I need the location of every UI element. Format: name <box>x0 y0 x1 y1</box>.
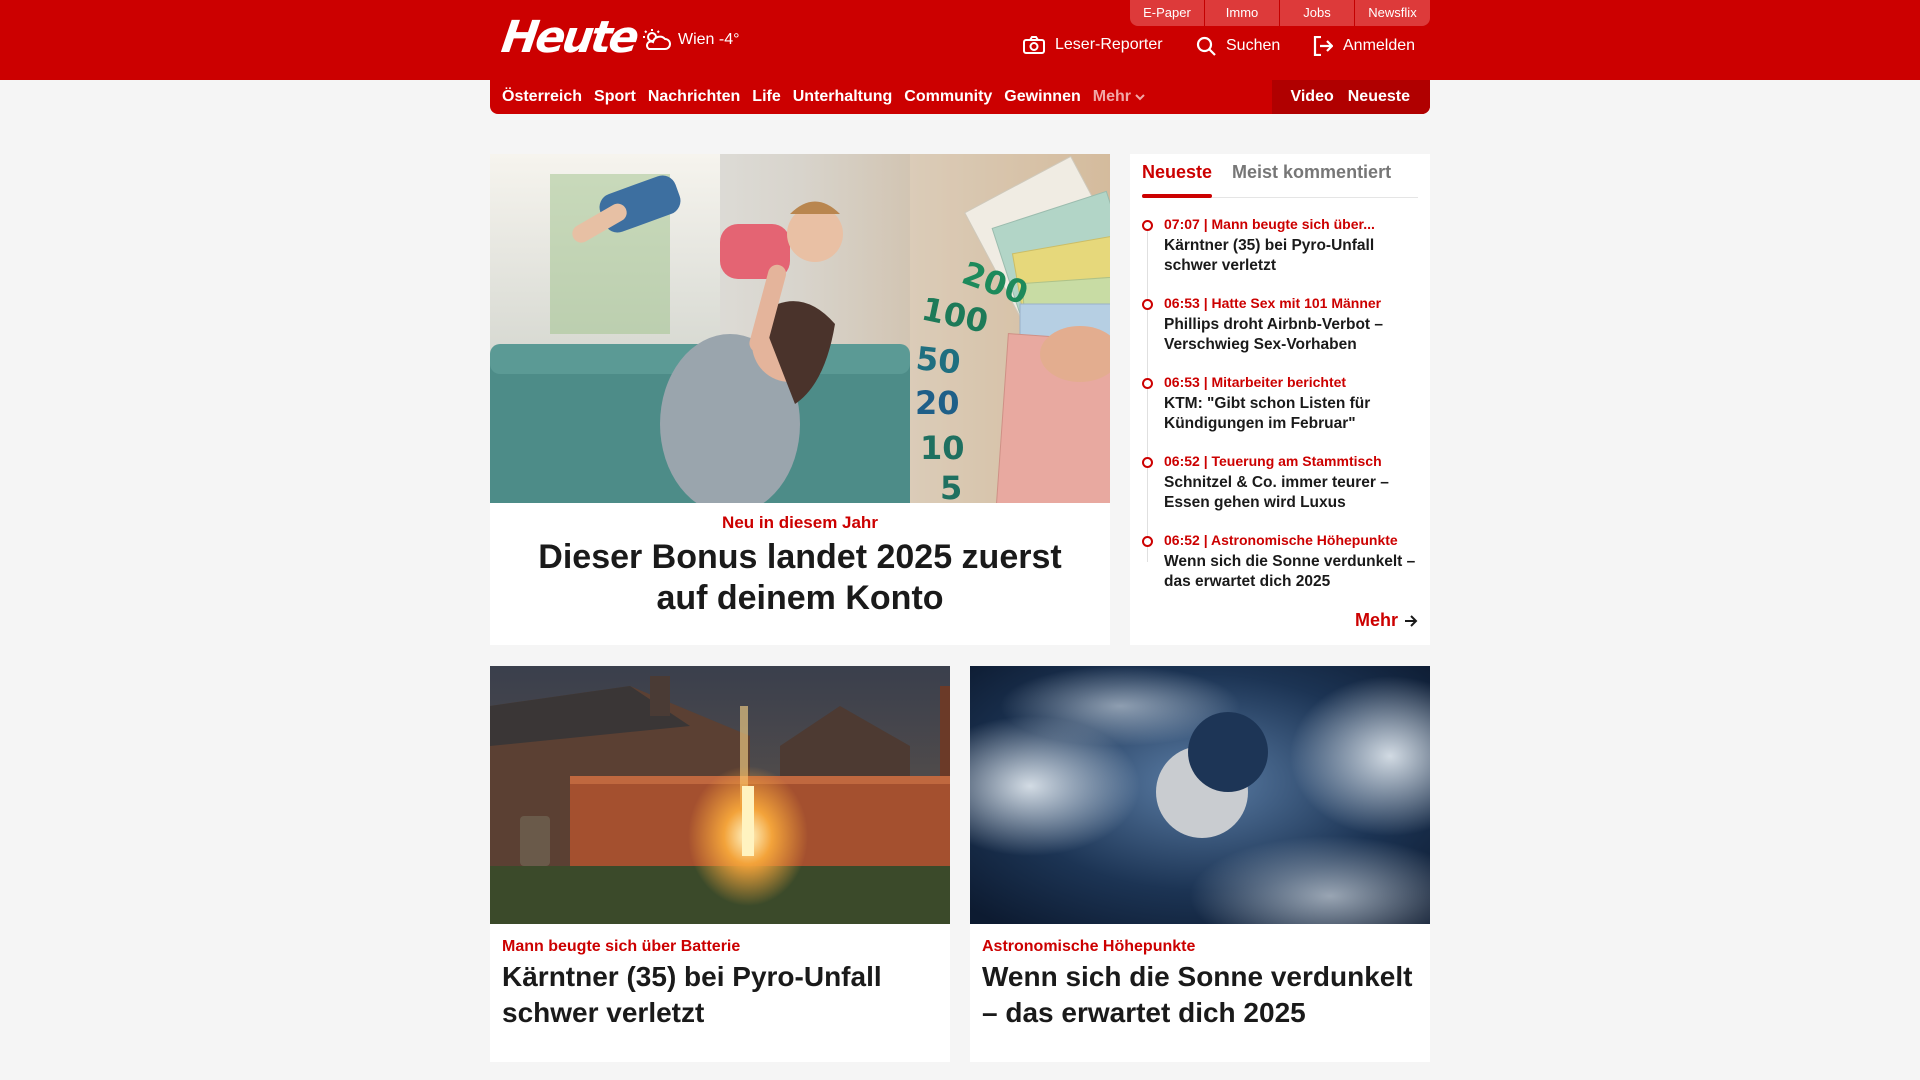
feed-item-headline[interactable]: KTM: "Gibt schon Listen für Kündigungen … <box>1164 394 1418 434</box>
timeline-dot-icon <box>1142 299 1153 310</box>
card-image-firework <box>490 666 950 924</box>
top-link-newsflix[interactable]: Newsflix <box>1355 0 1430 26</box>
timeline-dot-icon <box>1142 457 1153 468</box>
top-link-immo[interactable]: Immo <box>1205 0 1280 26</box>
tab-neueste[interactable]: Neueste <box>1142 162 1213 198</box>
feed-item-headline[interactable]: Phillips droht Airbnb-Verbot – Verschwie… <box>1164 315 1418 355</box>
banknote-20: 20 <box>915 384 960 422</box>
site-header <box>0 0 1920 80</box>
feed-item-meta: 06:52 | Teuerung am Stammtisch <box>1164 453 1382 469</box>
hero-kicker: Neu in diesem Jahr <box>722 513 878 532</box>
feed-item-meta: 06:52 | Astronomische Höhepunkte <box>1164 532 1398 548</box>
main-nav: Österreich Sport Nachrichten Life Unterh… <box>490 80 1430 114</box>
feed-item[interactable]: 06:53 | Hatte Sex mit 101 Männer Phillip… <box>1142 295 1418 374</box>
cloud-sun-icon <box>643 29 671 50</box>
nav-item-nachrichten[interactable]: Nachrichten <box>648 88 740 106</box>
top-link-epaper[interactable]: E-Paper <box>1130 0 1205 26</box>
article-card-pyro[interactable]: Mann beugte sich über Batterie Kärntner … <box>490 666 950 1062</box>
hero-title[interactable]: Dieser Bonus landet 2025 zuerst auf dein… <box>510 537 1090 619</box>
banknote-10: 10 <box>920 429 965 467</box>
leser-reporter-link[interactable]: Leser-Reporter <box>1023 36 1163 54</box>
arrow-right-icon <box>1405 614 1418 627</box>
timeline-dot-icon <box>1142 536 1153 547</box>
timeline-dot-icon <box>1142 220 1153 231</box>
feed-item-headline[interactable]: Schnitzel & Co. immer teurer – Essen geh… <box>1164 473 1418 513</box>
feed-item-headline[interactable]: Kärntner (35) bei Pyro-Unfall schwer ver… <box>1164 236 1418 276</box>
nav-item-oesterreich[interactable]: Österreich <box>502 88 582 106</box>
card-kicker: Mann beugte sich über Batterie <box>502 938 741 955</box>
card-image-eclipse <box>970 666 1430 924</box>
leser-reporter-label: Leser-Reporter <box>1055 36 1163 53</box>
top-link-jobs[interactable]: Jobs <box>1280 0 1355 26</box>
feed-item-meta: 07:07 | Mann beugte sich über... <box>1164 216 1375 232</box>
feed-item[interactable]: 06:52 | Teuerung am Stammtisch Schnitzel… <box>1142 453 1418 532</box>
nav-item-video[interactable]: Video <box>1290 88 1333 106</box>
sidebar-more-link[interactable]: Mehr <box>1355 610 1418 631</box>
nav-item-gewinnen[interactable]: Gewinnen <box>1004 88 1080 106</box>
nav-item-sport[interactable]: Sport <box>594 88 636 106</box>
nav-item-unterhaltung[interactable]: Unterhaltung <box>793 88 893 106</box>
banknote-5: 5 <box>940 469 962 503</box>
top-links: E-Paper Immo Jobs Newsflix <box>1130 0 1430 26</box>
chevron-down-icon <box>1135 93 1145 100</box>
timeline-dot-icon <box>1142 378 1153 389</box>
feed-item[interactable]: 07:07 | Mann beugte sich über... Kärntne… <box>1142 216 1418 295</box>
nav-more-label: Mehr <box>1092 88 1131 105</box>
article-card-eclipse[interactable]: Astronomische Höhepunkte Wenn sich die S… <box>970 666 1430 1062</box>
feed-item[interactable]: 06:52 | Astronomische Höhepunkte Wenn si… <box>1142 532 1418 611</box>
feed-item-headline[interactable]: Wenn sich die Sonne verdunkelt – das erw… <box>1164 552 1418 592</box>
nav-right-group: Video Neueste <box>1272 80 1430 114</box>
card-title[interactable]: Kärntner (35) bei Pyro-Unfall schwer ver… <box>502 959 938 1031</box>
login-label: Anmelden <box>1343 37 1416 54</box>
news-sidebar: Neueste Meist kommentiert 07:07 | Mann b… <box>1130 154 1430 645</box>
hero-article[interactable]: 200 100 50 20 10 5 Neu in diesem Jahr Di… <box>490 154 1110 645</box>
banknote-50: 50 <box>914 339 962 381</box>
card-title[interactable]: Wenn sich die Sonne verdunkelt – das erw… <box>982 959 1418 1031</box>
sidebar-tabs: Neueste Meist kommentiert <box>1142 154 1418 198</box>
card-kicker: Astronomische Höhepunkte <box>982 938 1196 955</box>
nav-item-life[interactable]: Life <box>752 88 780 106</box>
nav-item-more[interactable]: Mehr <box>1093 88 1145 106</box>
weather-widget[interactable]: Wien -4° <box>640 28 740 52</box>
login-link[interactable]: Anmelden <box>1313 36 1415 56</box>
sidebar-more-label: Mehr <box>1354 610 1398 630</box>
weather-text: Wien -4° <box>678 31 740 48</box>
hero-image: 200 100 50 20 10 5 <box>490 154 1110 503</box>
camera-icon <box>1023 36 1045 54</box>
login-icon <box>1313 36 1333 56</box>
nav-item-neueste[interactable]: Neueste <box>1348 88 1410 106</box>
tab-meist-kommentiert[interactable]: Meist kommentiert <box>1232 162 1391 197</box>
news-feed: 07:07 | Mann beugte sich über... Kärntne… <box>1142 216 1418 611</box>
feed-item-meta: 06:53 | Hatte Sex mit 101 Männer <box>1164 295 1382 311</box>
feed-item[interactable]: 06:53 | Mitarbeiter berichtet KTM: "Gibt… <box>1142 374 1418 453</box>
search-label: Suchen <box>1226 37 1281 54</box>
search-link[interactable]: Suchen <box>1196 36 1280 56</box>
feed-item-meta: 06:53 | Mitarbeiter berichtet <box>1164 374 1347 390</box>
site-logo[interactable]: Heute <box>498 12 639 63</box>
nav-item-community[interactable]: Community <box>904 88 992 106</box>
search-icon <box>1196 36 1216 56</box>
